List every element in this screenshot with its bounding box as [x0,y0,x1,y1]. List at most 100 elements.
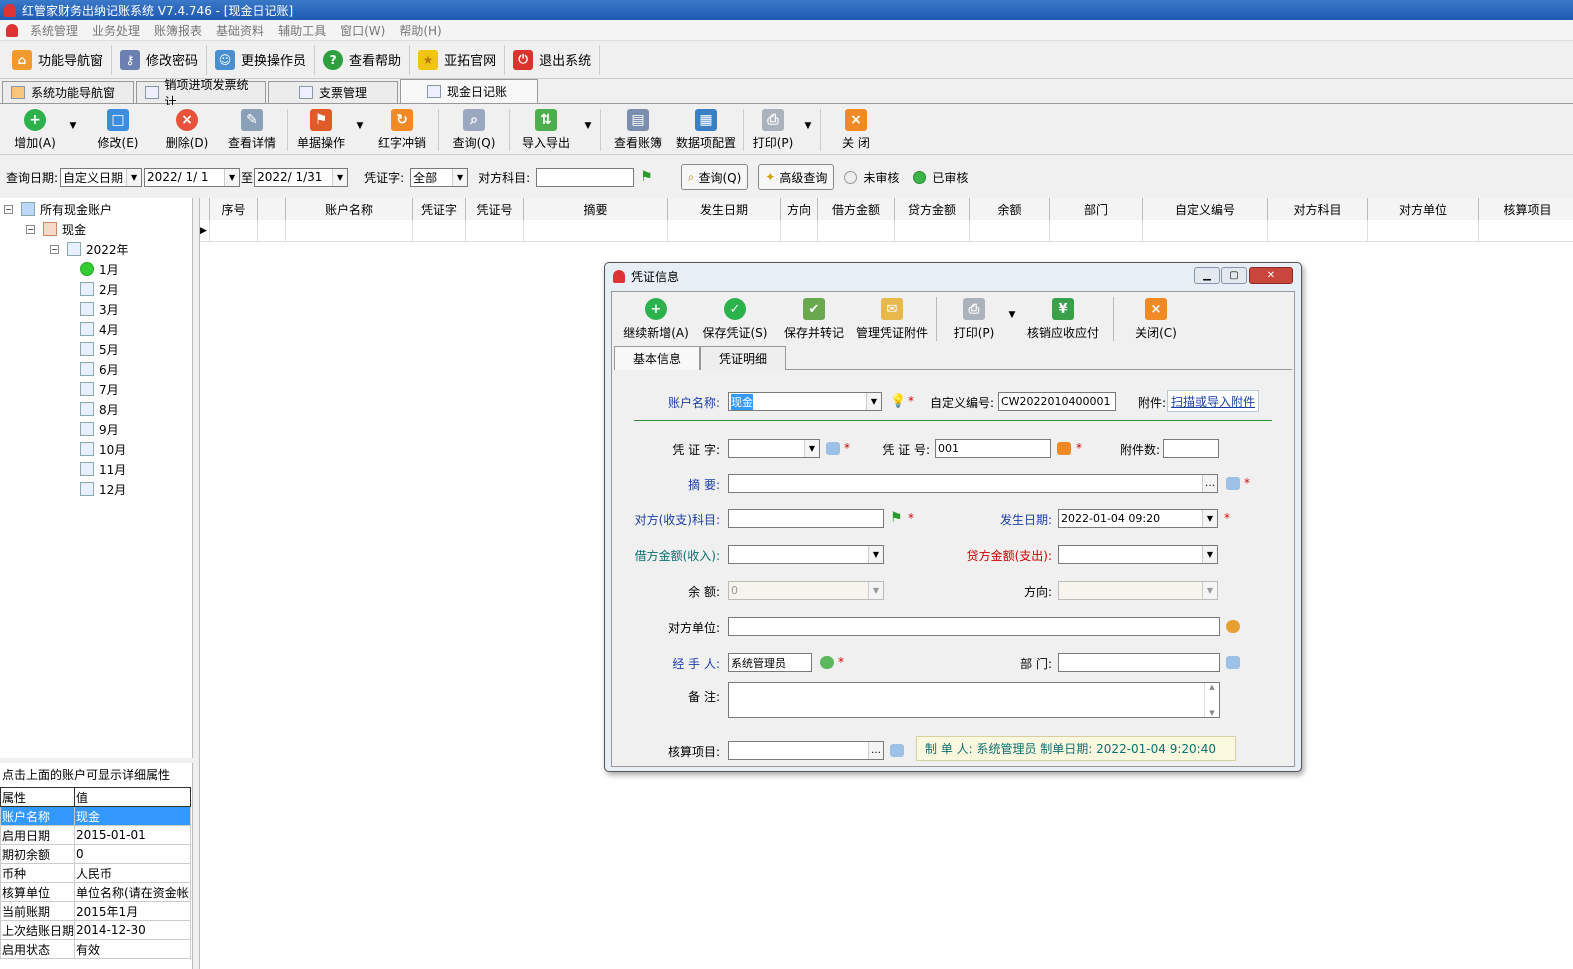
tree-month-node[interactable]: 5月 [80,340,119,358]
tree-month-node[interactable]: 10月 [80,440,126,458]
voucher-type-select[interactable]: 全部 ▼ [410,167,469,187]
minimize-button[interactable]: ▁ [1194,267,1220,284]
manage-attachments-button[interactable]: ✉ 管理凭证附件 [854,294,930,341]
tab-invoice-stats[interactable]: 销项进项发票统计 [136,78,266,109]
book-icon[interactable] [826,442,840,455]
tree-account-node[interactable]: − 现金 [26,220,86,238]
collapse-icon[interactable]: − [50,244,59,254]
refresh-icon[interactable] [1057,442,1071,455]
grid-cell[interactable] [286,220,413,242]
query-button[interactable]: ⌕ 查询(Q) [442,105,506,151]
scan-import-attachment-link[interactable]: 扫描或导入附件 [1167,390,1259,412]
grid-column-header[interactable] [258,198,286,220]
contacts-icon[interactable] [1226,620,1240,633]
maximize-button[interactable]: ▢ [1221,267,1247,284]
nav-function-button[interactable]: ⌂ 功能导航窗 [4,44,113,75]
print-button[interactable]: ⎙ 打印(P) [747,105,799,151]
app-menu-icon[interactable] [6,23,18,37]
grid-cell[interactable] [970,220,1050,242]
add-dropdown-arrow[interactable]: ▼ [64,105,82,131]
grid-column-header[interactable]: 凭证字 [413,198,466,220]
book-icon[interactable] [890,744,904,757]
grid-cell[interactable] [895,220,970,242]
close-button[interactable]: × 关 闭 [824,105,888,151]
import-export-dropdown-arrow[interactable]: ▼ [579,105,597,131]
menu-system[interactable]: 系统管理 [30,22,78,39]
save-and-post-button[interactable]: ✔ 保存并转记 [774,294,854,341]
audited-radio[interactable] [913,170,927,184]
prop-row[interactable]: 启用日期 2015-01-01 [0,825,191,845]
grid-column-header[interactable] [200,198,210,220]
menu-business[interactable]: 业务处理 [92,22,140,39]
switch-operator-button[interactable]: ☺ 更换操作员 [207,44,316,75]
dialog-close-button[interactable]: × 关闭(C) [1120,294,1192,341]
dialog-print-button[interactable]: ⎙ 打印(P) [943,294,1005,341]
tree-month-node[interactable]: 1月 [80,260,119,278]
account-name-select[interactable]: 现金 ▼ [728,392,882,411]
scroll-down-icon[interactable]: ▼ [1209,709,1214,717]
grid-column-header[interactable]: 发生日期 [668,198,781,220]
tree-month-node[interactable]: 11月 [80,460,126,478]
tab-cash-journal[interactable]: 现金日记账 [400,79,538,103]
tree-month-node[interactable]: 2月 [80,280,119,298]
delete-button[interactable]: × 删除(D) [154,105,220,151]
website-button[interactable]: ★ 亚拓官网 [410,44,506,75]
debit-amount-input[interactable]: ▼ [728,545,884,564]
tree-month-node[interactable]: 3月 [80,300,119,318]
grid-column-header[interactable]: 贷方金额 [895,198,970,220]
grid-cell[interactable] [210,220,258,242]
credit-amount-input[interactable]: ▼ [1058,545,1218,564]
attachment-count-input[interactable] [1163,439,1219,458]
grid-column-header[interactable]: 对方科目 [1268,198,1368,220]
menu-window[interactable]: 窗口(W) [340,22,385,39]
prop-row[interactable]: 核算单位 单位名称(请在资金帐 [0,882,191,902]
document-ops-dropdown-arrow[interactable]: ▼ [351,105,369,131]
document-ops-button[interactable]: ⚑ 单据操作 [291,105,351,151]
continue-add-button[interactable]: + 继续新增(A) [616,294,696,341]
tab-basic-info[interactable]: 基本信息 [614,346,701,370]
grid-cell[interactable] [668,220,781,242]
grid-cell[interactable] [1268,220,1368,242]
import-export-button[interactable]: ⇅ 导入导出 [513,105,579,151]
grid-column-header[interactable]: 对方单位 [1368,198,1479,220]
tree-month-node[interactable]: 9月 [80,420,119,438]
view-detail-button[interactable]: ✎ 查看详情 [220,105,284,151]
remark-textarea[interactable]: ▲ ▼ [728,682,1220,718]
collapse-icon[interactable]: − [26,224,35,234]
ellipsis-icon[interactable]: … [868,742,883,759]
green-flag-icon[interactable]: ⚑ [640,169,653,185]
print-dropdown-arrow[interactable]: ▼ [799,105,817,131]
grid-column-header[interactable]: 序号 [210,198,258,220]
occur-date-picker[interactable]: 2022-01-04 09:20 ▼ [1058,509,1218,528]
tree-root-node[interactable]: − 所有现金账户 [4,200,112,218]
tree-month-node[interactable]: 4月 [80,320,119,338]
prop-row[interactable]: 启用状态 有效 [0,939,191,959]
exit-system-button[interactable]: ⏻ 退出系统 [505,44,601,75]
grid-cell[interactable] [1143,220,1268,242]
green-flag-icon[interactable]: ⚑ [890,510,904,526]
collapse-icon[interactable]: − [4,204,13,214]
date-mode-select[interactable]: 自定义日期 ▼ [60,167,143,187]
write-off-button[interactable]: ¥ 核销应收应付 [1019,294,1107,341]
menu-help[interactable]: 帮助(H) [399,22,441,39]
custom-no-input[interactable]: CW2022010400001 [998,392,1116,411]
prop-row[interactable]: 账户名称 现金 [0,806,191,826]
grid-column-header[interactable]: 借方金额 [818,198,895,220]
tree-month-node[interactable]: 12月 [80,480,126,498]
voucher-type-select[interactable]: ▼ [728,439,820,458]
accounting-item-input[interactable]: … [728,741,884,760]
unaudited-radio[interactable] [844,170,858,184]
user-icon[interactable] [820,656,834,669]
menu-basic-data[interactable]: 基础资料 [216,22,264,39]
add-button[interactable]: + 增加(A) [6,105,64,151]
grid-cell[interactable] [1479,220,1573,242]
tab-check-management[interactable]: 支票管理 [268,81,398,103]
department-input[interactable] [1058,653,1220,672]
date-to-picker[interactable]: 2022/ 1/31 ▼ [254,167,349,187]
grid-column-header[interactable]: 核算项目 [1479,198,1573,220]
save-voucher-button[interactable]: ✓ 保存凭证(S) [696,294,774,341]
change-password-button[interactable]: ⚷ 修改密码 [112,44,208,75]
book-icon[interactable] [1226,477,1240,490]
data-config-button[interactable]: ▦ 数据项配置 [672,105,740,151]
tree-month-node[interactable]: 6月 [80,360,119,378]
